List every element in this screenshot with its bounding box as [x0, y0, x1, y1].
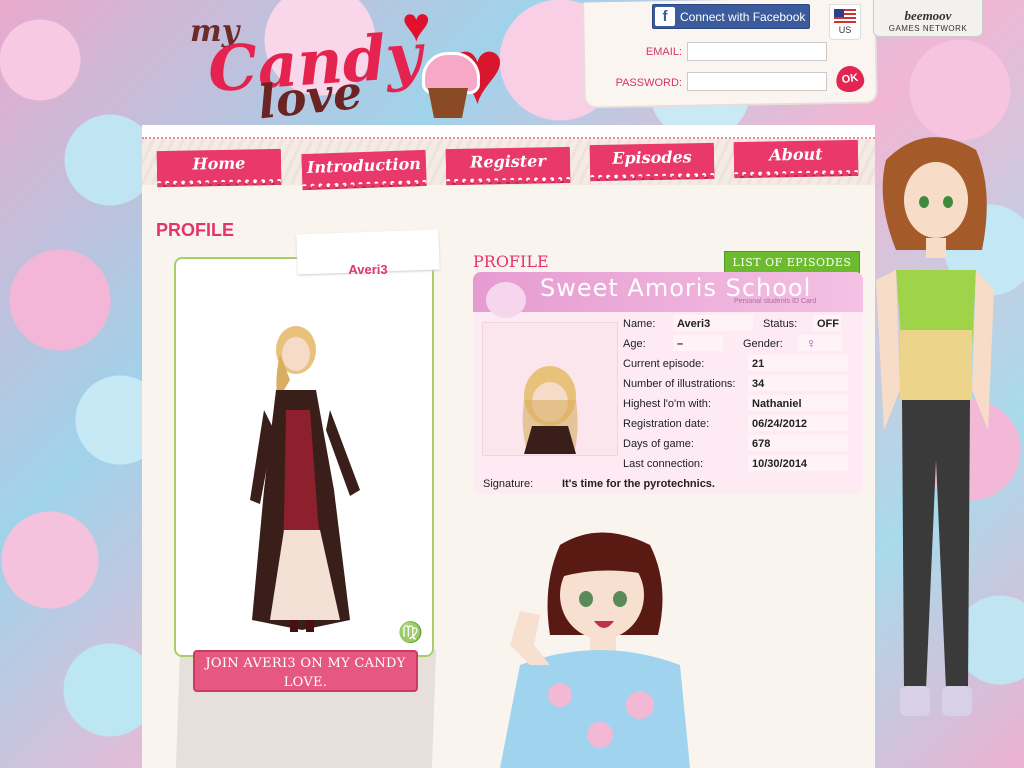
- days-value: 678: [752, 438, 771, 450]
- id-photo: [522, 366, 578, 454]
- nav-register[interactable]: Register: [445, 146, 571, 184]
- email-label: EMAIL:: [645, 46, 682, 58]
- episode-value: 21: [752, 358, 765, 370]
- connection-value: 10/30/2014: [752, 458, 808, 470]
- page-title: PROFILE: [156, 220, 235, 240]
- profile-username: Averi3: [348, 262, 388, 277]
- beemoov-network-link[interactable]: beemoov GAMES NETWORK: [873, 0, 983, 37]
- us-flag-icon: [834, 9, 856, 23]
- connection-label: Last connection:: [623, 458, 704, 470]
- illustrations-label: Number of illustrations:: [623, 378, 736, 390]
- lovometer-label: Highest l'o'm with:: [623, 398, 711, 410]
- signature-value: It's time for the pyrotechnics.: [562, 478, 715, 490]
- registration-label: Registration date:: [623, 418, 710, 430]
- days-label: Days of game:: [623, 438, 694, 450]
- nav-episodes[interactable]: Episodes: [589, 142, 715, 180]
- signature-character-image: [500, 532, 690, 768]
- password-label: PASSWORD:: [615, 77, 682, 89]
- female-gender-icon: ♀: [806, 335, 817, 351]
- beemoov-logo: beemoov: [904, 8, 952, 23]
- facebook-connect-button[interactable]: f Connect with Facebook: [652, 4, 810, 29]
- status-value: OFF: [817, 318, 839, 330]
- registration-value: 06/24/2012: [752, 418, 808, 430]
- nav-about[interactable]: About: [733, 139, 859, 177]
- small-heart-icon: ♥: [402, 0, 431, 52]
- lace-border: [142, 125, 875, 139]
- facebook-connect-label: Connect with Facebook: [680, 9, 806, 24]
- cupcake-badge-icon: [486, 282, 526, 318]
- decorative-character-image: [876, 137, 994, 716]
- episode-label: Current episode:: [623, 358, 705, 370]
- age-value: –: [677, 338, 684, 350]
- name-label: Name:: [623, 318, 656, 330]
- nav-introduction[interactable]: Introduction: [301, 149, 427, 189]
- gender-label: Gender:: [743, 338, 783, 350]
- lovometer-value: Nathaniel: [752, 398, 802, 410]
- idcard-title: PROFILE: [473, 252, 549, 271]
- facebook-icon: f: [655, 7, 675, 26]
- age-label: Age:: [623, 338, 646, 350]
- id-card-subtitle: Personal students ID Card: [734, 298, 817, 305]
- network-label: GAMES NETWORK: [888, 24, 968, 33]
- illustrations-value: 34: [752, 378, 765, 390]
- nav-home[interactable]: Home: [156, 148, 282, 186]
- cupcake-icon: [418, 52, 480, 122]
- language-selector[interactable]: US: [829, 4, 861, 40]
- password-field[interactable]: [687, 72, 827, 91]
- player-avatar: [250, 326, 360, 632]
- zodiac-icon: ♍: [398, 622, 423, 644]
- status-label: Status:: [763, 318, 798, 330]
- signature-label: Signature:: [483, 478, 534, 490]
- name-value: Averi3: [677, 318, 711, 330]
- email-field[interactable]: [687, 42, 827, 61]
- language-label: US: [838, 25, 852, 35]
- logo-love: love: [255, 64, 365, 130]
- join-button[interactable]: JOIN AVERI3 ON MY CANDY LOVE.: [193, 650, 418, 692]
